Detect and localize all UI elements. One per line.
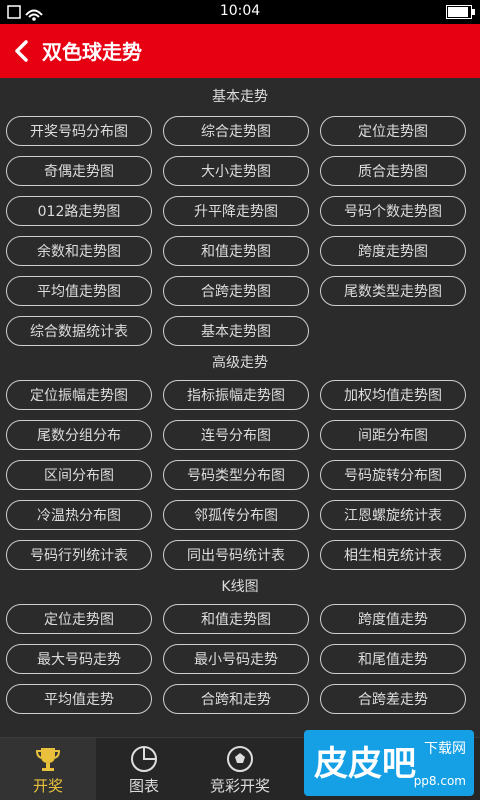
button-grid: 定位走势图 和值走势图 跨度值走势 最大号码走势 最小号码走势 和尾值走势 平均… [0, 604, 480, 714]
chart-list[interactable]: 基本走势 开奖号码分布图 综合走势图 定位走势图 奇偶走势图 大小走势图 质合走… [0, 78, 480, 738]
chart-button[interactable]: 和值走势图 [163, 236, 309, 266]
chart-button[interactable]: 平均值走势图 [6, 276, 152, 306]
chart-button[interactable]: 间距分布图 [320, 420, 466, 450]
section-advanced: 高级走势 定位振幅走势图 指标振幅走势图 加权均值走势图 尾数分组分布 连号分布… [0, 346, 480, 570]
chart-button[interactable]: 连号分布图 [163, 420, 309, 450]
chart-button[interactable]: 号码行列统计表 [6, 540, 152, 570]
chart-button[interactable]: 定位走势图 [6, 604, 152, 634]
section-title: K线图 [221, 579, 259, 595]
status-bar: 10:04 [0, 0, 480, 24]
page-title: 双色球走势 [42, 40, 142, 64]
back-arrow-icon[interactable] [10, 37, 34, 65]
chart-button[interactable]: 基本走势图 [163, 316, 309, 346]
chart-button[interactable]: 相生相克统计表 [320, 540, 466, 570]
chart-button[interactable]: 最大号码走势 [6, 644, 152, 674]
chart-button[interactable]: 大小走势图 [163, 156, 309, 186]
watermark-small: 下载网 [424, 741, 466, 757]
tab-label: 开奖 [32, 777, 63, 795]
tab-lottery-results[interactable]: 开奖 [0, 738, 96, 800]
title-bar: 双色球走势 [0, 24, 480, 78]
chart-button[interactable]: 冷温热分布图 [6, 500, 152, 530]
chart-button[interactable]: 和值走势图 [163, 604, 309, 634]
chart-button[interactable]: 跨度走势图 [320, 236, 466, 266]
chart-button[interactable]: 加权均值走势图 [320, 380, 466, 410]
button-grid: 开奖号码分布图 综合走势图 定位走势图 奇偶走势图 大小走势图 质合走势图 01… [0, 116, 480, 346]
section-basic: 基本走势 开奖号码分布图 综合走势图 定位走势图 奇偶走势图 大小走势图 质合走… [0, 78, 480, 346]
tab-charts[interactable]: 图表 [96, 738, 192, 800]
chart-button[interactable]: 区间分布图 [6, 460, 152, 490]
watermark-url: pp8.com [413, 774, 466, 788]
chart-button[interactable]: 同出号码统计表 [163, 540, 309, 570]
chart-button[interactable]: 合跨差走势 [320, 684, 466, 714]
chart-button[interactable]: 余数和走势图 [6, 236, 152, 266]
chart-button[interactable]: 定位走势图 [320, 116, 466, 146]
battery-icon [446, 5, 475, 19]
tab-sports-results[interactable]: 竞彩开奖 [192, 738, 288, 800]
chart-button[interactable]: 尾数分组分布 [6, 420, 152, 450]
chart-button[interactable]: 号码旋转分布图 [320, 460, 466, 490]
chart-button[interactable]: 质合走势图 [320, 156, 466, 186]
section-title: 高级走势 [212, 355, 268, 371]
chart-button[interactable]: 指标振幅走势图 [163, 380, 309, 410]
watermark-logo: 皮皮吧 下载网 pp8.com [304, 730, 474, 796]
chart-button[interactable]: 012路走势图 [6, 196, 152, 226]
clock: 10:04 [219, 3, 261, 19]
chart-button[interactable]: 平均值走势 [6, 684, 152, 714]
pie-chart-icon [131, 746, 157, 772]
section-kline: K线图 定位走势图 和值走势图 跨度值走势 最大号码走势 最小号码走势 和尾值走… [0, 570, 480, 714]
trophy-icon [35, 748, 61, 771]
button-grid: 定位振幅走势图 指标振幅走势图 加权均值走势图 尾数分组分布 连号分布图 间距分… [0, 380, 480, 570]
tab-label: 竞彩开奖 [209, 777, 270, 795]
chart-button[interactable]: 综合走势图 [163, 116, 309, 146]
chart-button[interactable]: 和尾值走势 [320, 644, 466, 674]
chart-button[interactable]: 邻孤传分布图 [163, 500, 309, 530]
chart-button[interactable]: 综合数据统计表 [6, 316, 152, 346]
section-title: 基本走势 [212, 89, 268, 105]
chart-button[interactable]: 跨度值走势 [320, 604, 466, 634]
chart-button[interactable]: 江恩螺旋统计表 [320, 500, 466, 530]
chart-button[interactable]: 合跨和走势 [163, 684, 309, 714]
chart-button[interactable]: 合跨走势图 [163, 276, 309, 306]
tab-label: 图表 [128, 777, 159, 795]
watermark-main: 皮皮吧 [314, 744, 416, 784]
chart-button[interactable]: 定位振幅走势图 [6, 380, 152, 410]
chart-button[interactable]: 最小号码走势 [163, 644, 309, 674]
chart-button[interactable]: 尾数类型走势图 [320, 276, 466, 306]
chart-button[interactable]: 开奖号码分布图 [6, 116, 152, 146]
chart-button[interactable]: 号码个数走势图 [320, 196, 466, 226]
chart-button[interactable]: 号码类型分布图 [163, 460, 309, 490]
soccer-ball-icon [227, 746, 253, 772]
chart-button[interactable]: 奇偶走势图 [6, 156, 152, 186]
chart-button[interactable]: 升平降走势图 [163, 196, 309, 226]
